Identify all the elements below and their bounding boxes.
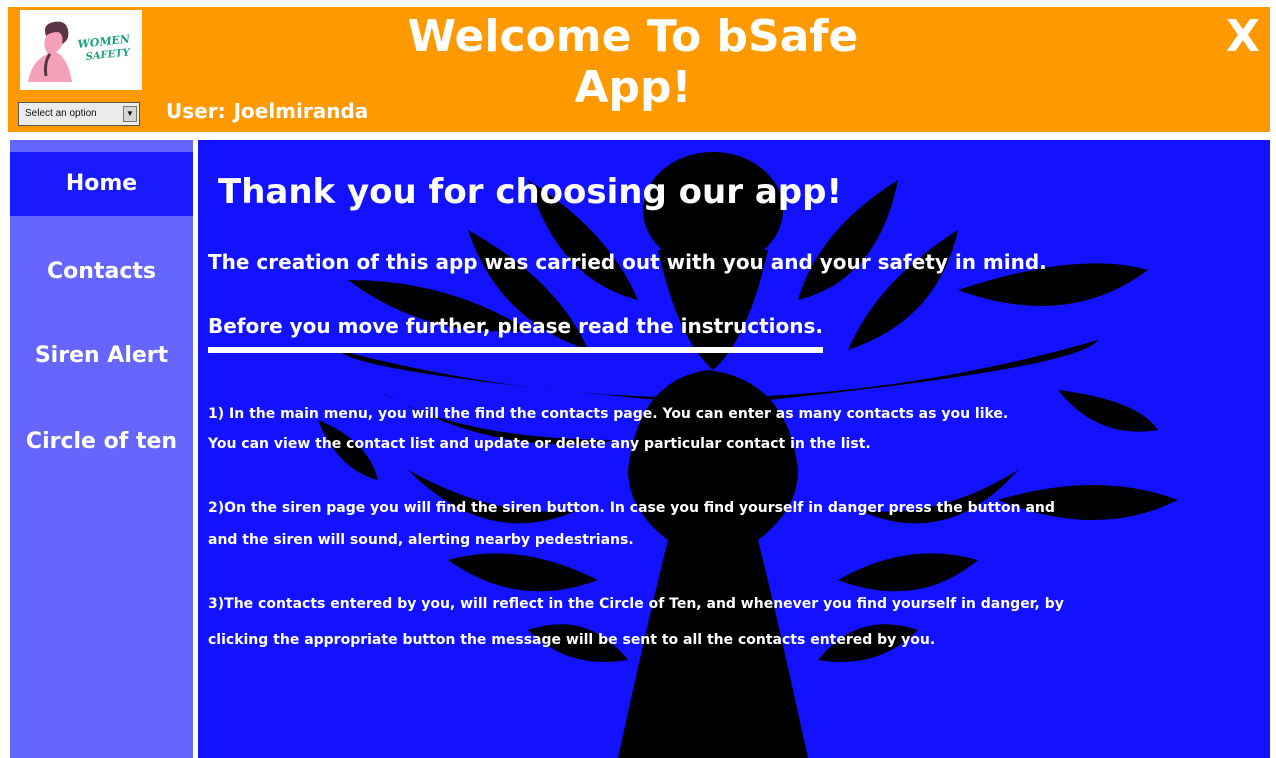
instruction-2-line-2: and the siren will sound, alerting nearb…: [208, 532, 634, 548]
main-content: Thank you for choosing our app! The crea…: [198, 140, 1270, 758]
user-label: User:: [166, 99, 226, 123]
app-logo: WOMEN SAFETY: [20, 10, 142, 90]
instruction-3-line-2: clicking the appropriate button the mess…: [208, 632, 936, 648]
intro-text: The creation of this app was carried out…: [208, 250, 1047, 274]
instruction-1-line-1: 1) In the main menu, you will the find t…: [208, 406, 1009, 422]
sidebar-item-siren-alert[interactable]: Siren Alert: [10, 324, 193, 388]
page-title: Welcome To bSafe App!: [407, 11, 859, 113]
app-header: WOMEN SAFETY Welcome To bSafe App! X Sel…: [8, 7, 1270, 132]
dropdown-arrow-icon[interactable]: ▼: [123, 106, 137, 122]
woman-silhouette-logo-icon: WOMEN SAFETY: [20, 10, 142, 90]
sidebar-item-home[interactable]: Home: [10, 152, 193, 216]
select-value: Select an option: [25, 108, 97, 119]
sidebar: Home Contacts Siren Alert Circle of ten: [10, 140, 193, 758]
sidebar-item-circle-of-ten[interactable]: Circle of ten: [10, 410, 193, 474]
instruction-1-line-2: You can view the contact list and update…: [208, 436, 871, 452]
instruction-2-line-1: 2)On the siren page you will find the si…: [208, 500, 1055, 516]
option-select[interactable]: Select an option ▼: [18, 102, 140, 126]
close-button[interactable]: X: [1226, 11, 1260, 62]
instructions-heading: Before you move further, please read the…: [208, 314, 824, 338]
main-heading: Thank you for choosing our app!: [218, 172, 842, 212]
user-info: User: Joelmiranda: [166, 99, 368, 123]
instruction-3-line-1: 3)The contacts entered by you, will refl…: [208, 596, 1064, 612]
heading-underline: [208, 347, 823, 353]
sidebar-item-contacts[interactable]: Contacts: [10, 240, 193, 304]
user-name: Joelmiranda: [233, 99, 369, 123]
